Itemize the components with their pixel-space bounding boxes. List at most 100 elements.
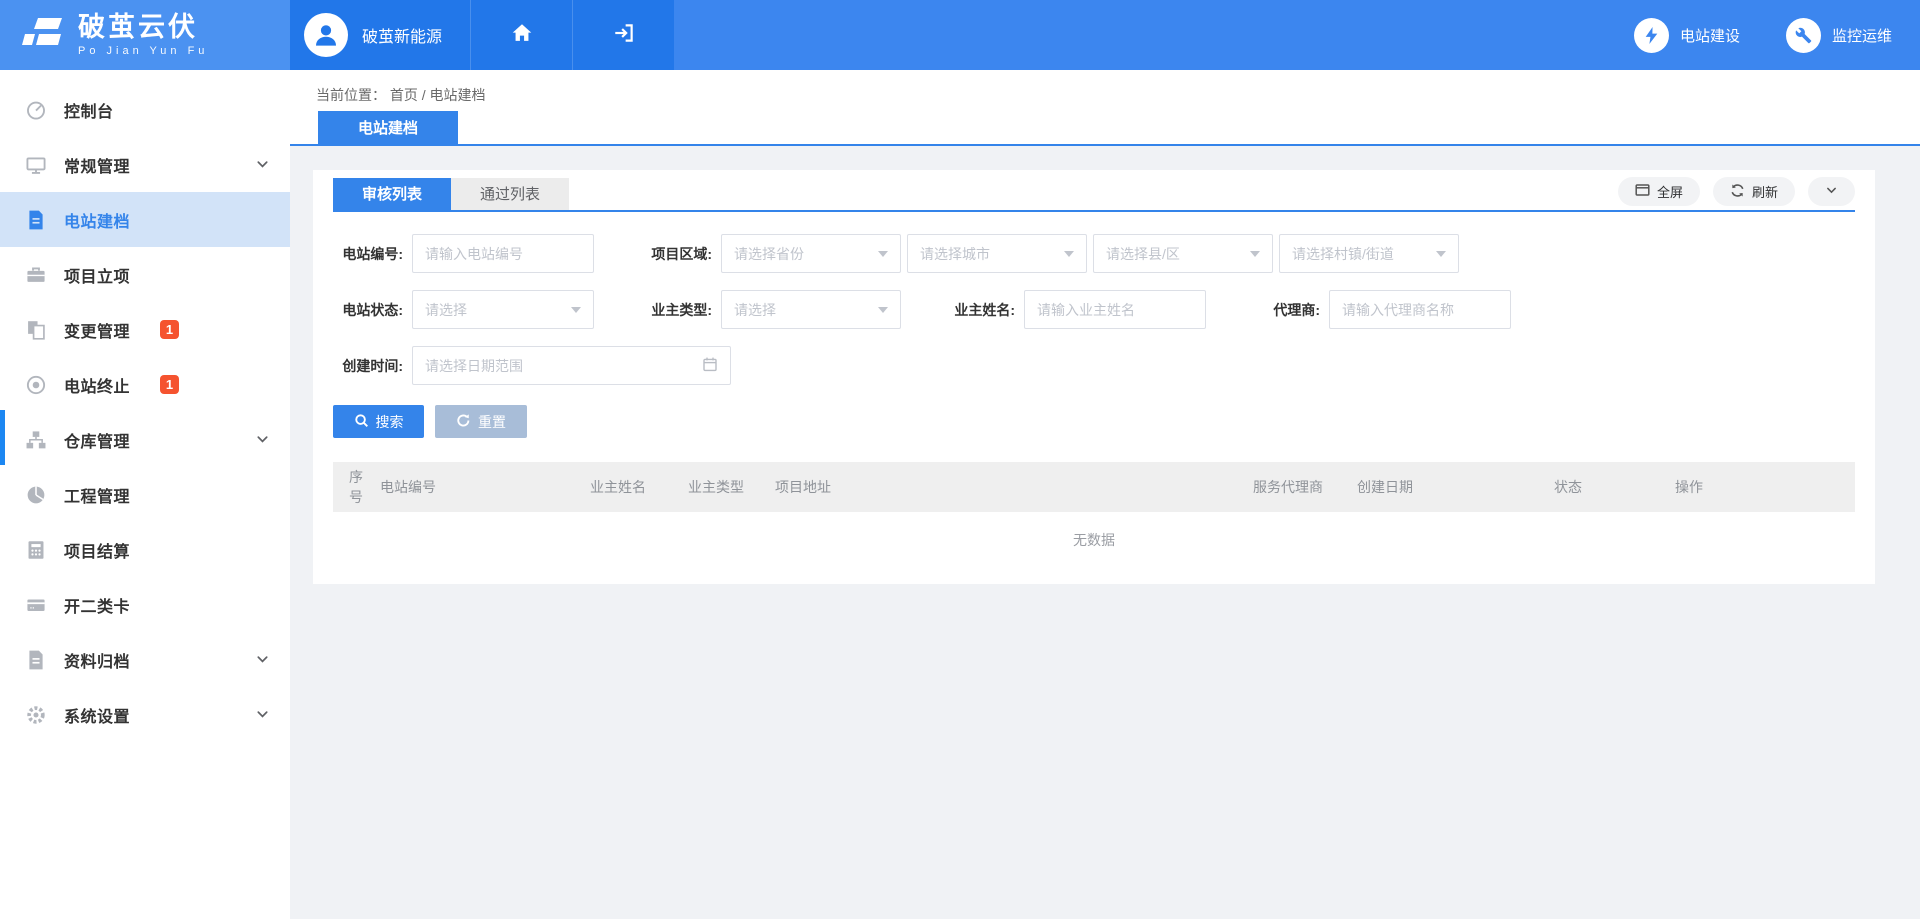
- city-select[interactable]: 请选择城市: [907, 234, 1087, 273]
- main-content: 当前位置： 首页 / 电站建档 电站建档 审核列表 通过列表 全屏: [290, 70, 1920, 919]
- date-range-input[interactable]: 请选择日期范围: [412, 346, 731, 385]
- avatar[interactable]: [304, 13, 348, 57]
- owner-type-label: 业主类型:: [642, 300, 712, 320]
- nav-station-build-label: 电站建设: [1680, 25, 1740, 46]
- nav-monitor-ops-label: 监控运维: [1832, 25, 1892, 46]
- city-select-value: 请选择城市: [920, 244, 990, 264]
- panel-tabs: 审核列表 通过列表 全屏: [333, 170, 1855, 212]
- sitemap-icon: [25, 429, 47, 451]
- reset-button[interactable]: 重置: [435, 405, 527, 438]
- sidebar-item-dashboard[interactable]: 控制台: [0, 82, 290, 137]
- breadcrumb-path: 首页 / 电站建档: [390, 87, 486, 103]
- status-label: 电站状态:: [333, 300, 403, 320]
- sidebar-item-label: 电站终止: [64, 373, 130, 397]
- sidebar: 控制台 常规管理 电站建档: [0, 70, 290, 919]
- column-header: 序号: [349, 467, 380, 507]
- sidebar-item-label: 系统设置: [64, 703, 130, 727]
- sidebar-item-change-mgmt[interactable]: 变更管理 1: [0, 302, 290, 357]
- notification-badge: 1: [160, 320, 179, 339]
- nav-monitor-ops[interactable]: 监控运维: [1786, 18, 1892, 53]
- tab-passed-list[interactable]: 通过列表: [451, 178, 569, 210]
- sidebar-item-open-card[interactable]: 开二类卡: [0, 577, 290, 632]
- search-button[interactable]: 搜索: [333, 405, 424, 438]
- sidebar-item-label: 电站建档: [64, 208, 130, 232]
- calendar-icon: [702, 356, 718, 375]
- notification-badge: 1: [160, 375, 179, 394]
- sidebar-item-system-settings[interactable]: 系统设置: [0, 687, 290, 742]
- page-tab-station-archive[interactable]: 电站建档: [318, 111, 458, 144]
- reset-label: 重置: [478, 412, 506, 432]
- caret-down-icon: [1436, 251, 1446, 262]
- sidebar-item-label: 资料归档: [64, 648, 130, 672]
- station-no-label: 电站编号:: [333, 244, 403, 264]
- refresh-label: 刷新: [1752, 182, 1778, 201]
- briefcase-icon: [25, 264, 47, 286]
- search-icon: [354, 413, 369, 431]
- copy-icon: [25, 319, 47, 341]
- user-menu[interactable]: 破茧新能源: [290, 0, 470, 70]
- sidebar-scrollbar-thumb[interactable]: [0, 410, 5, 465]
- reset-icon: [456, 413, 471, 431]
- nav-station-build[interactable]: 电站建设: [1634, 18, 1740, 53]
- fullscreen-icon: [1635, 183, 1650, 200]
- chevron-down-icon: [255, 432, 270, 447]
- search-label: 搜索: [376, 412, 404, 432]
- county-select[interactable]: 请选择县/区: [1093, 234, 1273, 273]
- sidebar-item-project-settlement[interactable]: 项目结算: [0, 522, 290, 577]
- status-select[interactable]: 请选择: [412, 290, 594, 329]
- sidebar-item-warehouse-mgmt[interactable]: 仓库管理: [0, 412, 290, 467]
- county-select-value: 请选择县/区: [1106, 244, 1180, 264]
- column-header: 电站编号: [380, 477, 590, 497]
- breadcrumb-prefix: 当前位置：: [316, 87, 386, 103]
- chevron-down-icon: [255, 157, 270, 172]
- header-spacer: [674, 0, 1634, 70]
- fullscreen-label: 全屏: [1657, 182, 1683, 201]
- caret-down-icon: [1250, 251, 1260, 262]
- sidebar-item-station-termination[interactable]: 电站终止 1: [0, 357, 290, 412]
- sidebar-item-label: 常规管理: [64, 153, 130, 177]
- column-header: 状态: [1554, 477, 1675, 497]
- column-header: 项目地址: [775, 477, 1253, 497]
- fullscreen-button[interactable]: 全屏: [1618, 177, 1700, 206]
- sidebar-item-project-initiation[interactable]: 项目立项 1: [0, 247, 290, 302]
- monitor-icon: [25, 154, 47, 176]
- chevron-down-icon: [255, 707, 270, 722]
- agent-input[interactable]: [1329, 290, 1511, 329]
- sidebar-item-engineering-mgmt[interactable]: 工程管理: [0, 467, 290, 522]
- breadcrumb: 当前位置： 首页 / 电站建档: [290, 70, 1920, 105]
- sidebar-item-label: 控制台: [64, 98, 114, 122]
- pie-chart-icon: [25, 484, 47, 506]
- collapse-button[interactable]: [1808, 177, 1855, 206]
- chevron-down-icon: [255, 652, 270, 667]
- wrench-icon: [1786, 18, 1821, 53]
- station-no-input[interactable]: [412, 234, 594, 273]
- logout-button[interactable]: [572, 0, 674, 70]
- caret-down-icon: [878, 251, 888, 262]
- sidebar-item-data-archive[interactable]: 资料归档: [0, 632, 290, 687]
- logout-icon: [612, 21, 636, 50]
- town-select[interactable]: 请选择村镇/街道: [1279, 234, 1459, 273]
- sidebar-item-label: 开二类卡: [64, 593, 130, 617]
- record-icon: [25, 374, 47, 396]
- sidebar-item-label: 工程管理: [64, 483, 130, 507]
- logo-icon: [20, 14, 66, 57]
- sidebar-item-label: 项目立项: [64, 263, 130, 287]
- sidebar-item-general-mgmt[interactable]: 常规管理: [0, 137, 290, 192]
- caret-down-icon: [571, 307, 581, 318]
- owner-name-input[interactable]: [1024, 290, 1206, 329]
- refresh-button[interactable]: 刷新: [1713, 177, 1795, 206]
- column-header: 业主类型: [688, 477, 775, 497]
- province-select[interactable]: 请选择省份: [721, 234, 901, 273]
- app-logo: 破茧云伏 Po Jian Yun Fu: [0, 0, 290, 70]
- file-icon: [25, 209, 47, 231]
- tab-review-list[interactable]: 审核列表: [333, 178, 451, 210]
- filter-form: 电站编号: 项目区域: 请选择省份 请选择城市 请选择县/区: [333, 212, 1855, 438]
- dashboard-icon: [25, 99, 47, 121]
- column-header: 创建日期: [1357, 477, 1554, 497]
- sidebar-item-station-archive[interactable]: 电站建档: [0, 192, 290, 247]
- home-button[interactable]: [470, 0, 572, 70]
- sidebar-item-label: 仓库管理: [64, 428, 130, 452]
- refresh-icon: [1730, 183, 1745, 201]
- create-time-label: 创建时间:: [333, 356, 403, 376]
- owner-type-select[interactable]: 请选择: [721, 290, 901, 329]
